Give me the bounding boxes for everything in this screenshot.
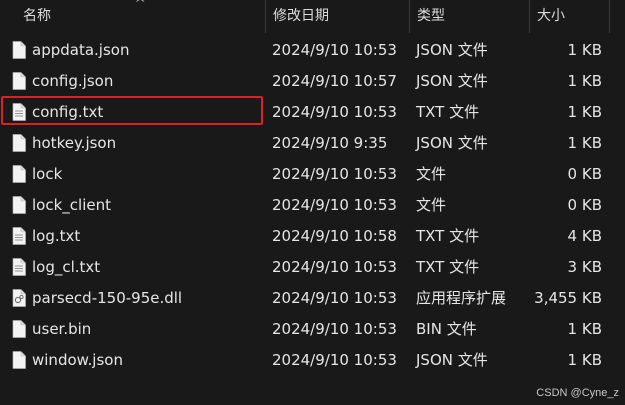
watermark: CSDN @Cyne_z	[536, 387, 619, 399]
column-header-bar: ^ 名称 修改日期 类型 大小	[0, 0, 625, 33]
file-type: TXT 文件	[416, 258, 480, 276]
file-date: 2024/9/10 10:53	[272, 196, 397, 214]
file-size: 1 KB	[567, 41, 602, 59]
file-name: window.json	[32, 351, 123, 369]
file-size: 3 KB	[567, 258, 602, 276]
file-name: config.txt	[32, 103, 104, 121]
file-size: 1 KB	[567, 320, 602, 338]
document-icon	[12, 351, 26, 369]
file-row[interactable]: parsecd-150-95e.dll 2024/9/10 10:53 应用程序扩展…	[0, 283, 625, 314]
file-type: TXT 文件	[416, 103, 480, 121]
file-row[interactable]: log_cl.txt 2024/9/10 10:53 TXT 文件 3 KB	[0, 252, 625, 283]
document-icon	[12, 41, 26, 59]
file-date: 2024/9/10 10:53	[272, 103, 397, 121]
file-date: 2024/9/10 10:57	[272, 72, 397, 90]
file-type: JSON 文件	[416, 134, 488, 152]
file-row[interactable]: window.json 2024/9/10 10:53 JSON 文件 1 KB	[0, 345, 625, 376]
file-type: BIN 文件	[416, 320, 477, 338]
file-name: user.bin	[32, 320, 92, 338]
file-name: lock_client	[32, 196, 111, 214]
file-date: 2024/9/10 10:53	[272, 165, 397, 183]
file-type: JSON 文件	[416, 72, 488, 90]
file-type: TXT 文件	[416, 227, 480, 245]
file-row[interactable]: log.txt 2024/9/10 10:58 TXT 文件 4 KB	[0, 221, 625, 252]
column-header-size[interactable]: 大小	[530, 0, 609, 33]
file-date: 2024/9/10 10:53	[272, 41, 397, 59]
column-header-name[interactable]: 名称	[16, 0, 266, 33]
column-header-type[interactable]: 类型	[410, 0, 529, 33]
file-name: parsecd-150-95e.dll	[32, 289, 183, 307]
document-icon	[12, 320, 26, 338]
file-type: 文件	[416, 165, 447, 183]
file-size: 3,455 KB	[534, 289, 602, 307]
file-size: 1 KB	[567, 72, 602, 90]
file-name: config.json	[32, 72, 114, 90]
file-name: hotkey.json	[32, 134, 117, 152]
file-date: 2024/9/10 10:53	[272, 351, 397, 369]
text-document-icon	[12, 227, 26, 245]
file-row[interactable]: lock_client 2024/9/10 10:53 文件 0 KB	[0, 190, 625, 221]
text-document-icon	[12, 258, 26, 276]
file-date: 2024/9/10 10:53	[272, 258, 397, 276]
file-type: JSON 文件	[416, 41, 488, 59]
file-name: log.txt	[32, 227, 81, 245]
file-name: appdata.json	[32, 41, 130, 59]
column-divider[interactable]	[609, 0, 610, 33]
column-header-date[interactable]: 修改日期	[266, 0, 409, 33]
file-type: 应用程序扩展	[416, 289, 507, 307]
file-date: 2024/9/10 10:53	[272, 320, 397, 338]
file-size: 4 KB	[567, 227, 602, 245]
file-size: 1 KB	[567, 103, 602, 121]
file-row[interactable]: lock 2024/9/10 10:53 文件 0 KB	[0, 159, 625, 190]
file-name: lock	[32, 165, 63, 183]
file-row[interactable]: hotkey.json 2024/9/10 9:35 JSON 文件 1 KB	[0, 128, 625, 159]
file-date: 2024/9/10 10:53	[272, 289, 397, 307]
file-type: JSON 文件	[416, 351, 488, 369]
file-date: 2024/9/10 9:35	[272, 134, 388, 152]
file-row[interactable]: appdata.json 2024/9/10 10:53 JSON 文件 1 KB	[0, 35, 625, 66]
dll-file-icon	[12, 289, 26, 307]
file-size: 0 KB	[567, 196, 602, 214]
file-size: 1 KB	[567, 351, 602, 369]
file-row[interactable]: user.bin 2024/9/10 10:53 BIN 文件 1 KB	[0, 314, 625, 345]
document-icon	[12, 165, 26, 183]
document-icon	[12, 196, 26, 214]
file-row[interactable]: config.txt 2024/9/10 10:53 TXT 文件 1 KB	[0, 97, 625, 128]
file-date: 2024/9/10 10:58	[272, 227, 397, 245]
file-size: 1 KB	[567, 134, 602, 152]
text-document-icon	[12, 103, 26, 121]
file-name: log_cl.txt	[32, 258, 101, 276]
document-icon	[12, 134, 26, 152]
file-size: 0 KB	[567, 165, 602, 183]
file-row[interactable]: config.json 2024/9/10 10:57 JSON 文件 1 KB	[0, 66, 625, 97]
file-type: 文件	[416, 196, 447, 214]
document-icon	[12, 72, 26, 90]
